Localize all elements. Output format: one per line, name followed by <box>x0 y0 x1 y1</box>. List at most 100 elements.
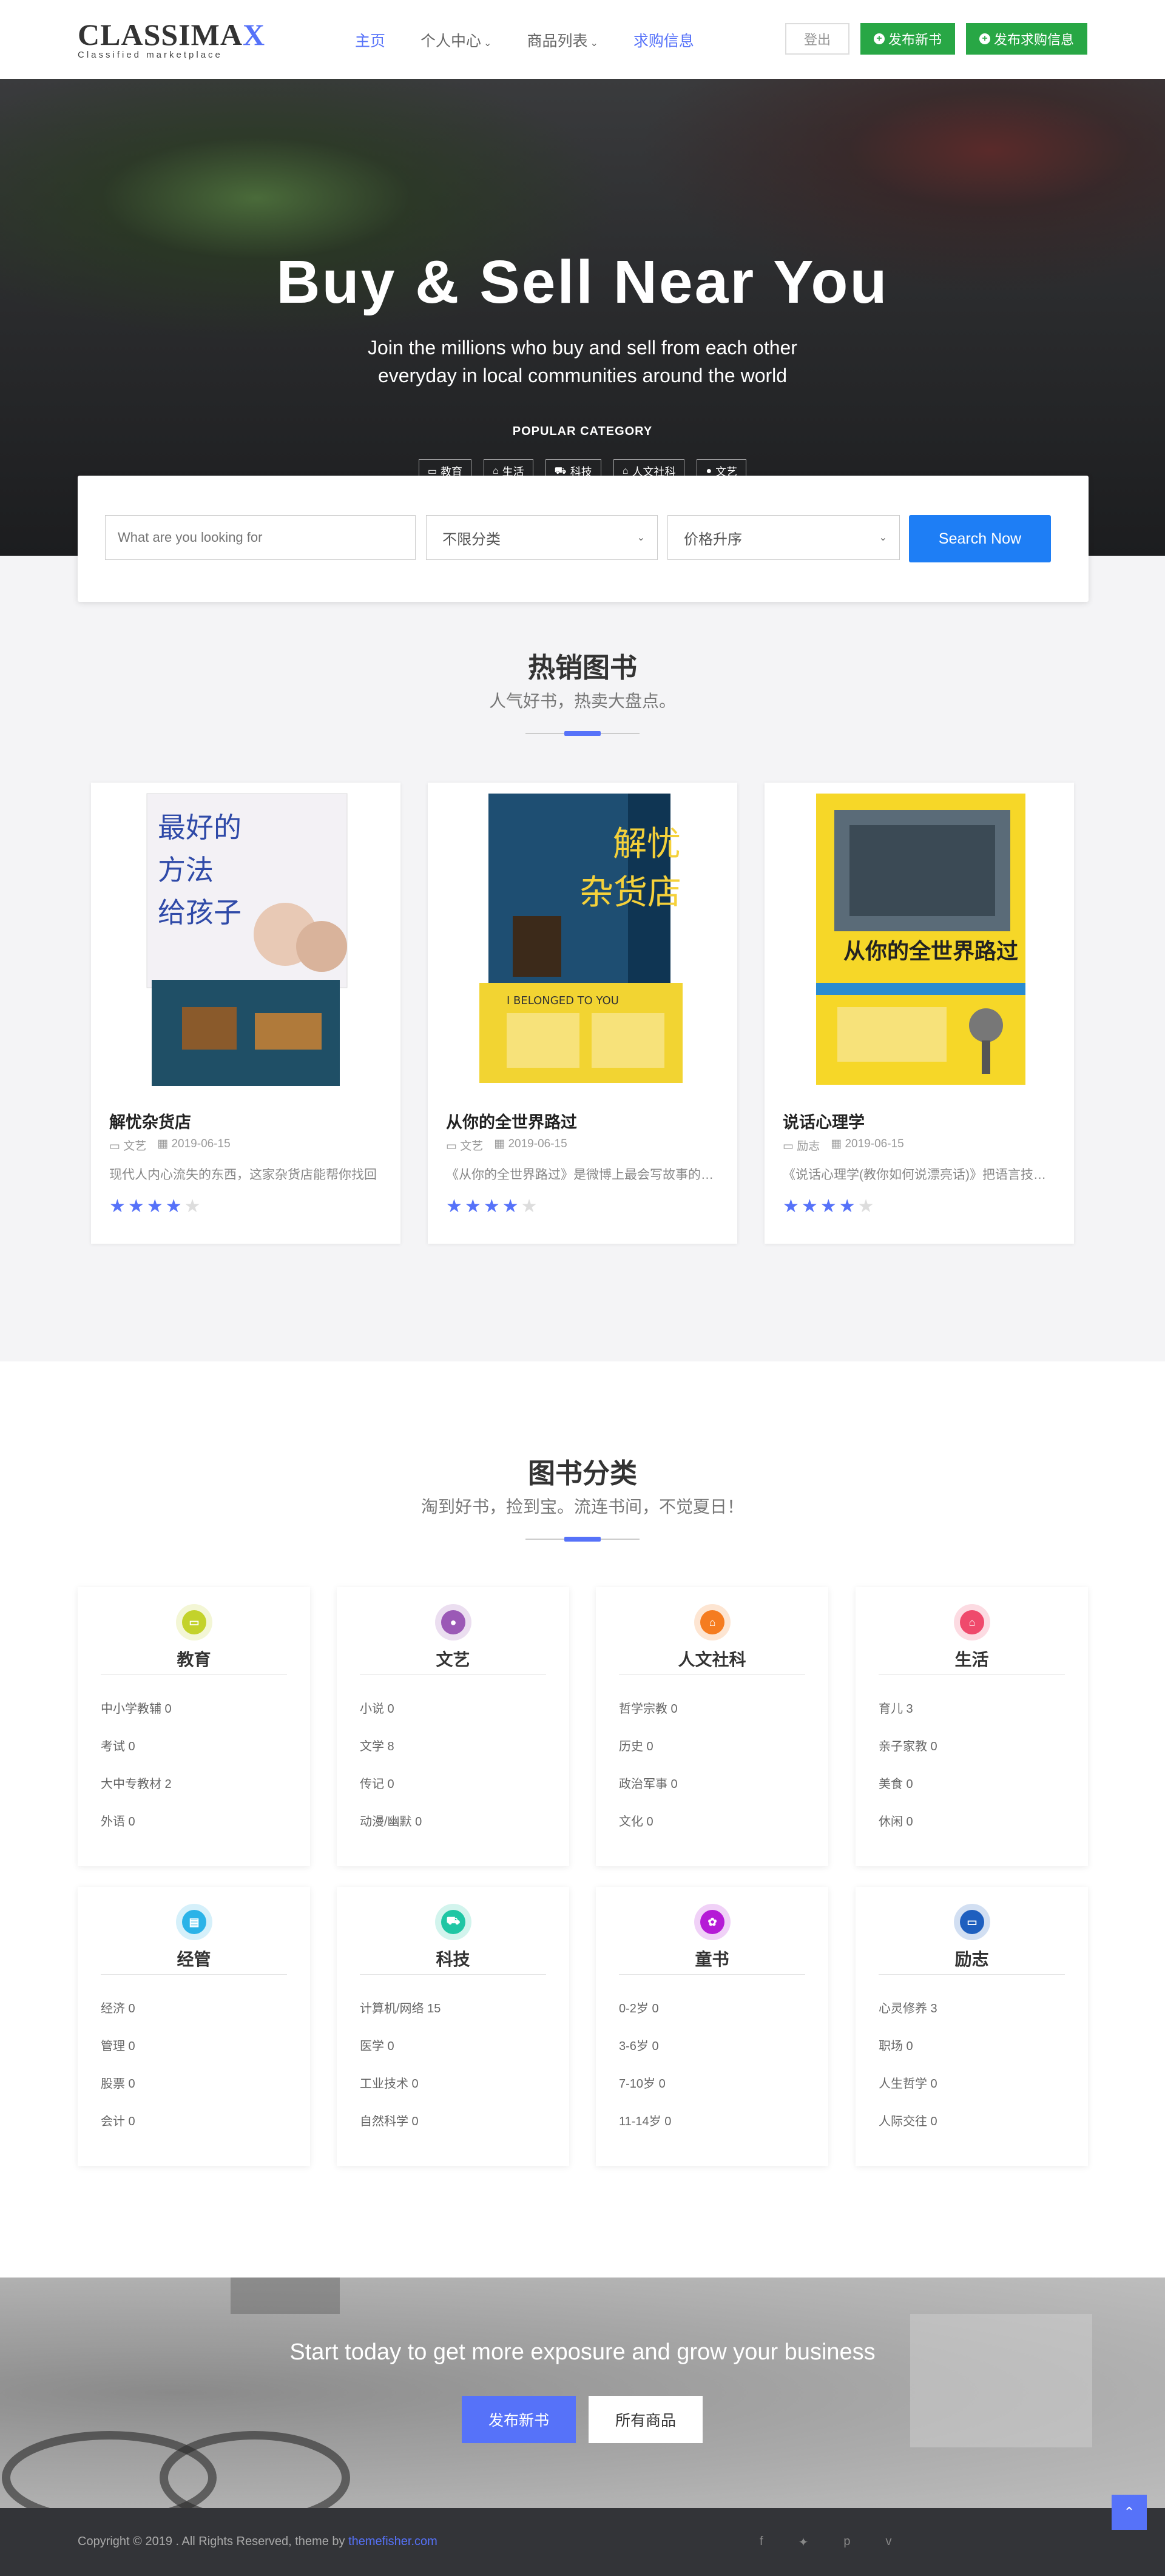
subcategory-link[interactable]: 会计 0 <box>101 2111 135 2149</box>
menu-item-personal-center[interactable]: 个人中心 ⌄ <box>420 29 491 51</box>
category-name[interactable]: 励志 <box>856 1946 1088 1971</box>
subcategory-link[interactable]: 11-14岁 0 <box>619 2111 671 2149</box>
category-name[interactable]: 经管 <box>78 1946 310 1971</box>
subcategory-link[interactable]: 7-10岁 0 <box>619 2074 671 2111</box>
star-icon: ★ <box>109 1196 126 1216</box>
subcategory-link[interactable]: 0-2岁 0 <box>619 1998 671 2036</box>
category-name[interactable]: 人文社科 <box>596 1647 828 1671</box>
publish-wanted-button[interactable]: + 发布求购信息 <box>965 23 1087 55</box>
category-name[interactable]: 生活 <box>856 1647 1088 1671</box>
subcategory-link[interactable]: 小说 0 <box>360 1699 422 1736</box>
book-cover-image[interactable]: 解忧 杂货店 I BELONGED TO YOU <box>428 783 737 1091</box>
search-input[interactable] <box>105 515 416 560</box>
book-card[interactable]: 解忧 杂货店 I BELONGED TO YOU 从你的全世界路过 ▭ 文艺 ▦… <box>428 783 737 1244</box>
divider <box>360 1674 546 1675</box>
chevron-up-icon: ⌃ <box>1123 2504 1135 2520</box>
subcategory-link[interactable]: 文学 8 <box>360 1736 422 1774</box>
subcategory-link[interactable]: 文化 0 <box>619 1812 678 1849</box>
book-title[interactable]: 从你的全世界路过 <box>446 1109 577 1133</box>
subcategory-list: 育儿 3 亲子家教 0 美食 0 休闲 0 <box>879 1699 937 1849</box>
book-card[interactable]: 最好的 方法 给孩子 解忧杂货店 ▭ 文艺 ▦ 2019-06-15 现代人内心… <box>91 783 400 1244</box>
book-card[interactable]: 从你的全世界路过 说话心理学 ▭ 励志 ▦ 2019-06-15 《说话心理学(… <box>765 783 1074 1244</box>
search-button[interactable]: Search Now <box>909 515 1051 562</box>
section-divider <box>525 731 640 736</box>
scroll-to-top-button[interactable]: ⌃ <box>1112 2495 1147 2530</box>
menu-item-product-list[interactable]: 商品列表 ⌄ <box>527 29 598 51</box>
book-category[interactable]: ▭ 文艺 <box>446 1137 483 1153</box>
search-panel: 不限分类⌄ 价格升序⌄ Search Now <box>78 476 1089 602</box>
subcategory-link[interactable]: 休闲 0 <box>879 1812 937 1849</box>
subcategory-link[interactable]: 传记 0 <box>360 1774 422 1812</box>
cta-publish-button[interactable]: 发布新书 <box>462 2396 576 2443</box>
book-category[interactable]: ▭ 励志 <box>783 1137 820 1153</box>
book-category[interactable]: ▭ 文艺 <box>109 1137 146 1153</box>
subcategory-list: 0-2岁 0 3-6岁 0 7-10岁 0 11-14岁 0 <box>619 1998 671 2149</box>
category-name[interactable]: 文艺 <box>337 1647 569 1671</box>
copyright-text: Copyright © 2019 . All Rights Reserved, … <box>78 2535 437 2548</box>
subcategory-link[interactable]: 股票 0 <box>101 2074 135 2111</box>
category-card-inspiration: ▭ 励志心灵修养 3 职场 0 人生哲学 0 人际交往 0 <box>856 1887 1088 2166</box>
book-title[interactable]: 解忧杂货店 <box>109 1109 191 1133</box>
subcategory-link[interactable]: 管理 0 <box>101 2036 135 2074</box>
book-meta: ▭ 文艺 ▦ 2019-06-15 <box>446 1137 567 1153</box>
book-cover-image[interactable]: 从你的全世界路过 <box>765 783 1074 1091</box>
svg-text:最好的: 最好的 <box>158 811 241 844</box>
subcategory-link[interactable]: 育儿 3 <box>879 1699 937 1736</box>
category-select[interactable]: 不限分类 ⌄ <box>426 515 658 560</box>
sort-select[interactable]: 价格升序 ⌄ <box>667 515 900 560</box>
subcategory-link[interactable]: 美食 0 <box>879 1774 937 1812</box>
subcategory-list: 计算机/网络 15 医学 0 工业技术 0 自然科学 0 <box>360 1998 441 2149</box>
logout-button[interactable]: 登出 <box>785 23 849 55</box>
subcategory-link[interactable]: 3-6岁 0 <box>619 2036 671 2074</box>
subcategory-link[interactable]: 自然科学 0 <box>360 2111 441 2149</box>
top-navbar: CLASSIMAX Classified marketplace 主页 个人中心… <box>0 0 1165 79</box>
vimeo-icon[interactable]: v <box>885 2535 891 2550</box>
subcategory-link[interactable]: 工业技术 0 <box>360 2074 441 2111</box>
subcategory-link[interactable]: 亲子家教 0 <box>879 1736 937 1774</box>
subcategory-link[interactable]: 人生哲学 0 <box>879 2074 937 2111</box>
category-name[interactable]: 童书 <box>596 1946 828 1971</box>
category-name[interactable]: 科技 <box>337 1946 569 1971</box>
publish-new-book-button[interactable]: + 发布新书 <box>860 23 955 55</box>
svg-text:给孩子: 给孩子 <box>158 896 241 929</box>
subcategory-link[interactable]: 人际交往 0 <box>879 2111 937 2149</box>
theme-link[interactable]: themefisher.com <box>348 2535 437 2548</box>
subcategory-link[interactable]: 中小学教辅 0 <box>101 1699 172 1736</box>
subcategory-link[interactable]: 职场 0 <box>879 2036 937 2074</box>
subcategory-link[interactable]: 政治军事 0 <box>619 1774 678 1812</box>
menu-item-home[interactable]: 主页 <box>355 29 385 51</box>
star-icon: ★ <box>446 1196 462 1216</box>
laptop-icon: ▭ <box>954 1904 990 1940</box>
category-card-life: ⌂ 生活 育儿 3 亲子家教 0 美食 0 休闲 0 <box>856 1587 1088 1866</box>
subcategory-link[interactable]: 考试 0 <box>101 1736 172 1774</box>
subcategory-link[interactable]: 心灵修养 3 <box>879 1998 937 2036</box>
book-cover-image[interactable]: 最好的 方法 给孩子 <box>91 783 400 1091</box>
subcategory-link[interactable]: 大中专教材 2 <box>101 1774 172 1812</box>
menu-item-wanted[interactable]: 求购信息 <box>633 29 694 51</box>
star-icon: ★ <box>127 1196 144 1216</box>
book-description: 现代人内心流失的东西，这家杂货店能帮你找回 <box>109 1168 377 1182</box>
twitter-icon[interactable]: ✦ <box>799 2535 809 2550</box>
cta-all-products-button[interactable]: 所有商品 <box>589 2396 703 2443</box>
divider <box>619 1674 805 1675</box>
subcategory-link[interactable]: 经济 0 <box>101 1998 135 2036</box>
subcategory-link[interactable]: 外语 0 <box>101 1812 172 1849</box>
subcategory-link[interactable]: 计算机/网络 15 <box>360 1998 441 2036</box>
star-empty-icon: ★ <box>184 1196 201 1216</box>
book-title[interactable]: 说话心理学 <box>783 1109 865 1133</box>
subcategory-link[interactable]: 历史 0 <box>619 1736 678 1774</box>
star-empty-icon: ★ <box>857 1196 874 1216</box>
category-name[interactable]: 教育 <box>78 1647 310 1671</box>
book-date: ▦ 2019-06-15 <box>494 1138 567 1150</box>
svg-text:I BELONGED TO YOU: I BELONGED TO YOU <box>507 994 619 1007</box>
subcategory-link[interactable]: 医学 0 <box>360 2036 441 2074</box>
calendar-icon: ▦ <box>157 1138 172 1150</box>
subcategory-link[interactable]: 哲学宗教 0 <box>619 1699 678 1736</box>
svg-text:杂货店: 杂货店 <box>579 873 681 912</box>
plus-circle-icon: + <box>873 33 885 44</box>
subcategory-link[interactable]: 动漫/幽默 0 <box>360 1812 422 1849</box>
facebook-icon[interactable]: f <box>760 2535 763 2550</box>
star-icon: ★ <box>783 1196 799 1216</box>
site-logo[interactable]: CLASSIMAX Classified marketplace <box>78 18 265 60</box>
pinterest-icon[interactable]: p <box>843 2535 850 2550</box>
